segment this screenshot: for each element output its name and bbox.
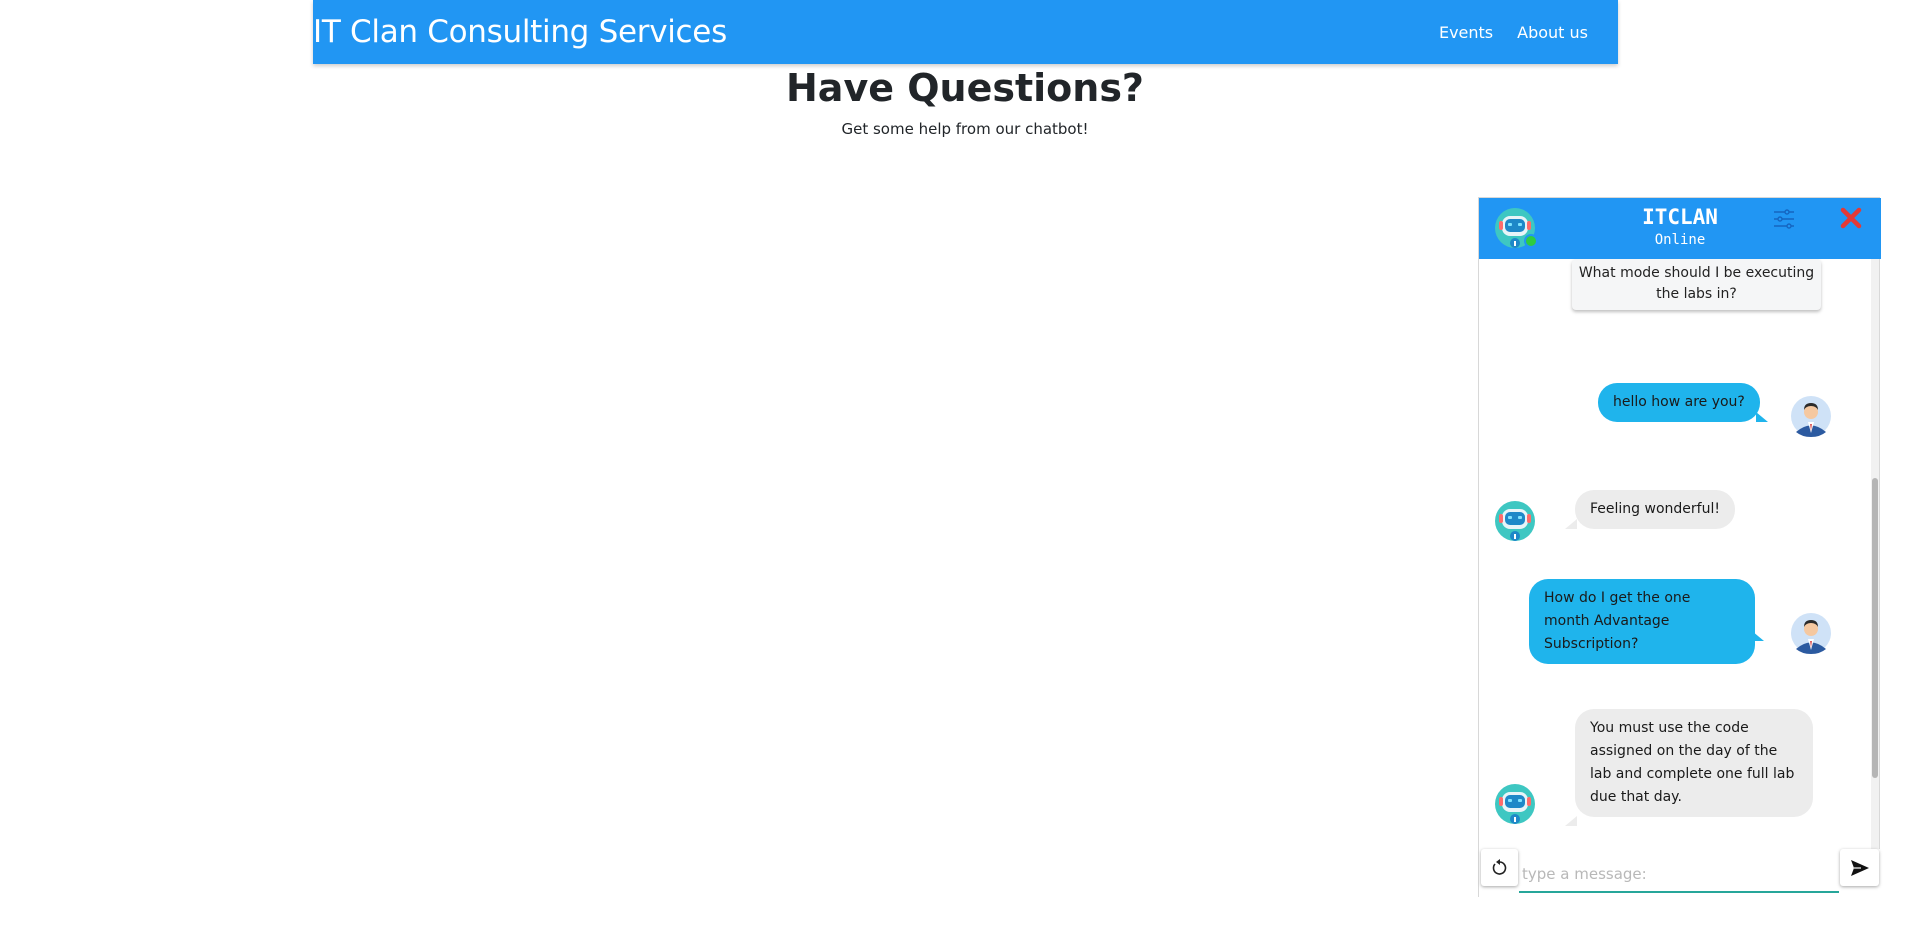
user-message: How do I get the one month Advantage Sub… [1529,579,1755,664]
send-button[interactable] [1840,849,1879,886]
bubble-tail [1565,816,1577,826]
reset-icon [1492,858,1506,875]
page-title: Have Questions? [786,66,1144,110]
message-input[interactable] [1519,857,1839,893]
quick-reply-button[interactable]: What mode should I be executing the labs… [1572,259,1821,310]
user-avatar-icon [1791,396,1831,437]
scrollbar-thumb[interactable] [1872,478,1878,778]
bubble-tail [1756,412,1768,422]
nav-link-about-us[interactable]: About us [1517,23,1588,42]
chat-status: Online [1654,232,1706,248]
nav-link-events[interactable]: Events [1439,23,1493,42]
chat-header: ITCLAN Online [1479,198,1881,259]
send-icon [1850,859,1869,876]
chat-scrollbar[interactable] [1871,259,1879,849]
bot-message: You must use the code assigned on the da… [1575,709,1813,817]
chat-title: ITCLAN [1642,205,1718,229]
brand-title[interactable]: IT Clan Consulting Services [313,14,727,50]
user-message: hello how are you? [1598,383,1760,422]
close-x-icon[interactable] [1837,204,1865,232]
bot-message: Feeling wonderful! [1575,490,1735,529]
chat-messages[interactable]: What mode should I be executing the labs… [1479,259,1881,849]
reset-button[interactable] [1481,849,1518,886]
bot-avatar-icon [1495,784,1535,824]
navbar: IT Clan Consulting Services Events About… [313,0,1618,64]
chat-input-bar [1479,849,1881,897]
page-subtitle: Get some help from our chatbot! [841,120,1089,138]
user-avatar-icon [1791,613,1831,654]
bubble-tail [1752,631,1764,641]
settings-sliders-icon[interactable] [1772,207,1796,231]
chatbot-widget: ITCLAN Online What mode should I be exec… [1478,197,1881,897]
nav-links: Events About us [1439,23,1618,42]
bot-avatar-icon [1495,501,1535,541]
bubble-tail [1565,519,1577,529]
